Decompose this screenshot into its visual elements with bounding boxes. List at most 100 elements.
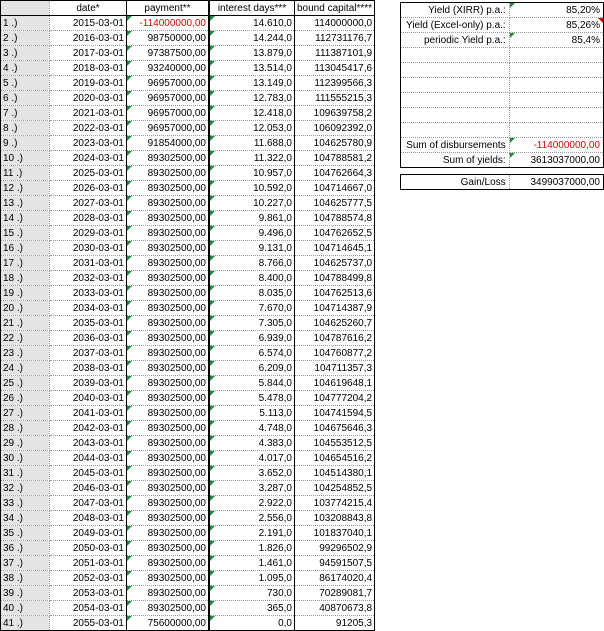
row-index-cell[interactable]: 22 .)	[0, 330, 50, 346]
payment-cell[interactable]: 89302500,00	[126, 480, 210, 496]
bound-capital-cell[interactable]: 103208843,8	[294, 510, 376, 526]
interest-days-cell[interactable]: 6.939,0	[208, 330, 295, 346]
date-cell[interactable]: 2015-03-01	[49, 15, 127, 31]
row-index-cell[interactable]: 32 .)	[0, 480, 50, 496]
interest-days-cell[interactable]: 2.556,0	[208, 510, 295, 526]
interest-days-cell[interactable]: 7.670,0	[208, 300, 295, 316]
row-index-cell[interactable]: 25 .)	[0, 375, 50, 391]
row-index-cell[interactable]: 4 .)	[0, 60, 50, 76]
disbursements-value[interactable]: -114000000,00	[509, 137, 604, 153]
payment-cell[interactable]: 89302500,00	[126, 405, 210, 421]
row-index-cell[interactable]: 19 .)	[0, 285, 50, 301]
row-index-cell[interactable]: 36 .)	[0, 540, 50, 556]
date-cell[interactable]: 2020-03-01	[49, 90, 127, 106]
date-cell[interactable]: 2044-03-01	[49, 450, 127, 466]
bound-capital-cell[interactable]: 104254852,5	[294, 480, 376, 496]
date-cell[interactable]: 2026-03-01	[49, 180, 127, 196]
bound-capital-cell[interactable]: 99296502,9	[294, 540, 376, 556]
row-index-cell[interactable]: 2 .)	[0, 30, 50, 46]
row-index-cell[interactable]: 16 .)	[0, 240, 50, 256]
payment-cell[interactable]: 89302500,00	[126, 375, 210, 391]
payment-cell[interactable]: 89302500,00	[126, 525, 210, 541]
date-cell[interactable]: 2029-03-01	[49, 225, 127, 241]
bound-capital-cell[interactable]: 104777204,2	[294, 390, 376, 406]
row-index-cell[interactable]: 34 .)	[0, 510, 50, 526]
date-cell[interactable]: 2030-03-01	[49, 240, 127, 256]
empty-cell[interactable]	[400, 77, 510, 93]
interest-days-cell[interactable]: 13.879,0	[208, 45, 295, 61]
bound-capital-cell[interactable]: 104787616,2	[294, 330, 376, 346]
date-cell[interactable]: 2041-03-01	[49, 405, 127, 421]
payment-cell[interactable]: 89302500,00	[126, 300, 210, 316]
bound-capital-cell[interactable]: 104762664,3	[294, 165, 376, 181]
bound-capital-cell[interactable]: 106092392,0	[294, 120, 376, 136]
payment-cell[interactable]: 96957000,00	[126, 105, 210, 121]
interest-days-cell[interactable]: 10.592,0	[208, 180, 295, 196]
bound-capital-cell[interactable]: 104788499,8	[294, 270, 376, 286]
empty-cell[interactable]	[509, 47, 604, 63]
payment-cell[interactable]: 89302500,00	[126, 345, 210, 361]
payment-cell[interactable]: 96957000,00	[126, 75, 210, 91]
interest-days-cell[interactable]: 13.149,0	[208, 75, 295, 91]
date-cell[interactable]: 2039-03-01	[49, 375, 127, 391]
payment-cell[interactable]: -114000000,00	[126, 15, 210, 31]
interest-days-cell[interactable]: 1.826,0	[208, 540, 295, 556]
date-cell[interactable]: 2033-03-01	[49, 285, 127, 301]
date-cell[interactable]: 2028-03-01	[49, 210, 127, 226]
header-payment[interactable]: payment**	[126, 0, 210, 16]
bound-capital-cell[interactable]: 111555215,3	[294, 90, 376, 106]
row-index-cell[interactable]: 13 .)	[0, 195, 50, 211]
row-index-cell[interactable]: 37 .)	[0, 555, 50, 571]
row-index-cell[interactable]: 23 .)	[0, 345, 50, 361]
payment-cell[interactable]: 89302500,00	[126, 180, 210, 196]
payment-cell[interactable]: 89302500,00	[126, 315, 210, 331]
payment-cell[interactable]: 89302500,00	[126, 165, 210, 181]
payment-cell[interactable]: 89302500,00	[126, 330, 210, 346]
interest-days-cell[interactable]: 10.957,0	[208, 165, 295, 181]
interest-days-cell[interactable]: 5.113,0	[208, 405, 295, 421]
payment-cell[interactable]: 96957000,00	[126, 90, 210, 106]
xirr-label[interactable]: Yield (XIRR) p.a.:	[400, 2, 510, 18]
empty-cell[interactable]	[400, 122, 510, 138]
row-index-cell[interactable]: 41 .)	[0, 615, 50, 631]
date-cell[interactable]: 2034-03-01	[49, 300, 127, 316]
xirr-value[interactable]: 85,20%	[509, 2, 604, 18]
gain-loss-value[interactable]: 3499037000,00	[509, 174, 604, 190]
payment-cell[interactable]: 89302500,00	[126, 210, 210, 226]
bound-capital-cell[interactable]: 104625780,9	[294, 135, 376, 151]
empty-cell[interactable]	[400, 62, 510, 78]
bound-capital-cell[interactable]: 104762652,5	[294, 225, 376, 241]
payment-cell[interactable]: 89302500,00	[126, 495, 210, 511]
date-cell[interactable]: 2051-03-01	[49, 555, 127, 571]
interest-days-cell[interactable]: 11.322,0	[208, 150, 295, 166]
date-cell[interactable]: 2047-03-01	[49, 495, 127, 511]
date-cell[interactable]: 2023-03-01	[49, 135, 127, 151]
payment-cell[interactable]: 89302500,00	[126, 585, 210, 601]
interest-days-cell[interactable]: 14.610,0	[208, 15, 295, 31]
row-index-cell[interactable]: 1 .)	[0, 15, 50, 31]
interest-days-cell[interactable]: 5.478,0	[208, 390, 295, 406]
bound-capital-cell[interactable]: 101837040,1	[294, 525, 376, 541]
date-cell[interactable]: 2025-03-01	[49, 165, 127, 181]
bound-capital-cell[interactable]: 104711357,3	[294, 360, 376, 376]
interest-days-cell[interactable]: 3.652,0	[208, 465, 295, 481]
date-cell[interactable]: 2019-03-01	[49, 75, 127, 91]
interest-days-cell[interactable]: 3.287,0	[208, 480, 295, 496]
interest-days-cell[interactable]: 8.766,0	[208, 255, 295, 271]
interest-days-cell[interactable]: 730,0	[208, 585, 295, 601]
payment-cell[interactable]: 89302500,00	[126, 285, 210, 301]
payment-cell[interactable]: 89302500,00	[126, 450, 210, 466]
payment-cell[interactable]: 89302500,00	[126, 420, 210, 436]
bound-capital-cell[interactable]: 104762513,6	[294, 285, 376, 301]
bound-capital-cell[interactable]: 109639758,2	[294, 105, 376, 121]
interest-days-cell[interactable]: 12.418,0	[208, 105, 295, 121]
interest-days-cell[interactable]: 10.227,0	[208, 195, 295, 211]
date-cell[interactable]: 2050-03-01	[49, 540, 127, 556]
row-index-cell[interactable]: 6 .)	[0, 90, 50, 106]
payment-cell[interactable]: 89302500,00	[126, 600, 210, 616]
interest-days-cell[interactable]: 8.035,0	[208, 285, 295, 301]
row-index-cell[interactable]: 33 .)	[0, 495, 50, 511]
row-index-cell[interactable]: 21 .)	[0, 315, 50, 331]
empty-cell[interactable]	[400, 107, 510, 123]
interest-days-cell[interactable]: 6.209,0	[208, 360, 295, 376]
